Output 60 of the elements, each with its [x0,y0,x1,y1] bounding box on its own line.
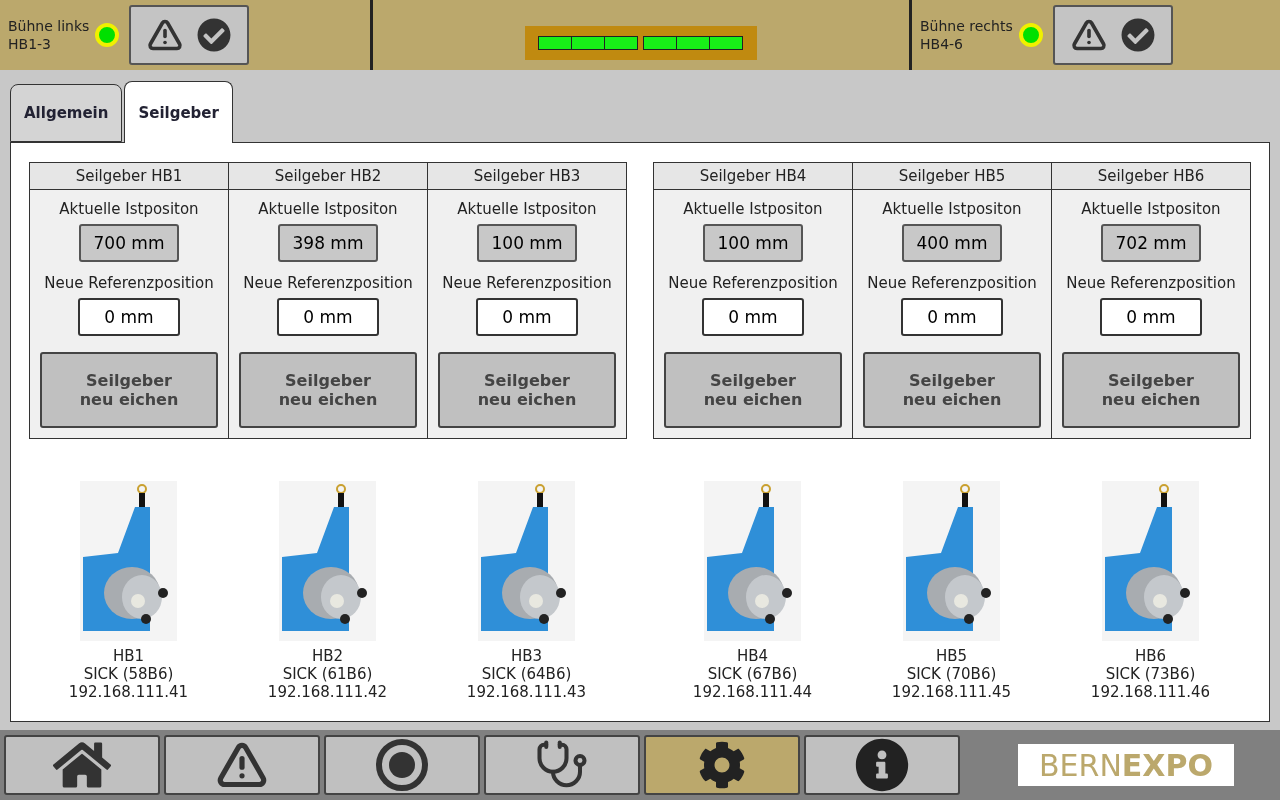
reference-position-input[interactable]: 0 mm [1100,298,1202,336]
device-caption: HB3 SICK (64B6) 192.168.111.43 [466,647,587,701]
column-header: Seilgeber HB4 [654,163,852,190]
calibrate-button[interactable]: Seilgeber neu eichen [863,352,1041,428]
column-header: Seilgeber HB5 [853,163,1051,190]
reference-position-label: Neue Referenzposition [442,274,612,294]
column-header: Seilgeber HB6 [1052,163,1250,190]
reference-position-input[interactable]: 0 mm [78,298,180,336]
status-button[interactable] [1052,5,1173,65]
device-caption: HB2 SICK (61B6) 192.168.111.42 [267,647,388,701]
reference-position-label: Neue Referenzposition [1066,274,1236,294]
reference-position-label: Neue Referenzposition [867,274,1037,294]
current-position-label: Aktuelle Istpositon [59,200,199,220]
info-icon [855,738,909,792]
nav-button[interactable] [164,735,320,795]
current-position-value: 700 mm [79,224,179,262]
nav-button[interactable] [324,735,480,795]
current-position-label: Aktuelle Istpositon [457,200,597,220]
tab[interactable]: Seilgeber [124,81,233,143]
record-icon [375,738,429,792]
warning-icon [1070,17,1107,53]
nav-button[interactable] [804,735,960,795]
current-position-label: Aktuelle Istpositon [1081,200,1221,220]
column-header: Seilgeber HB1 [30,163,228,190]
reference-position-label: Neue Referenzposition [243,274,413,294]
current-position-value: 702 mm [1101,224,1201,262]
calibrate-button[interactable]: Seilgeber neu eichen [40,352,218,428]
device-caption: HB5 SICK (70B6) 192.168.111.45 [891,647,1012,701]
reference-position-label: Neue Referenzposition [44,274,214,294]
reference-position-label: Neue Referenzposition [668,274,838,294]
nav-button[interactable] [4,735,160,795]
nav-button[interactable] [484,735,640,795]
nav-button[interactable] [644,735,800,795]
column-header: Seilgeber HB3 [428,163,626,190]
stage-label: Bühne rechts HB4-6 [920,17,1013,53]
logo: BERNEXPO [1018,744,1234,786]
reference-position-input[interactable]: 0 mm [702,298,804,336]
current-position-label: Aktuelle Istpositon [258,200,398,220]
current-position-label: Aktuelle Istpositon [683,200,823,220]
current-position-value: 400 mm [902,224,1002,262]
settings-icon [698,741,746,789]
stage-label: Bühne links HB1-3 [8,17,90,53]
calibrate-button[interactable]: Seilgeber neu eichen [239,352,417,428]
device-caption: HB6 SICK (73B6) 192.168.111.46 [1090,647,1211,701]
status-button[interactable] [129,5,250,65]
tab[interactable]: Allgemein [10,84,123,142]
current-position-value: 398 mm [278,224,378,262]
reference-position-input[interactable]: 0 mm [901,298,1003,336]
reference-position-input[interactable]: 0 mm [476,298,578,336]
current-position-label: Aktuelle Istpositon [882,200,1022,220]
current-position-value: 100 mm [703,224,803,262]
current-position-value: 100 mm [477,224,577,262]
column-header: Seilgeber HB2 [229,163,427,190]
device-caption: HB4 SICK (67B6) 192.168.111.44 [692,647,813,701]
reference-position-input[interactable]: 0 mm [277,298,379,336]
device-caption: HB1 SICK (58B6) 192.168.111.41 [68,647,189,701]
calibrate-button[interactable]: Seilgeber neu eichen [664,352,842,428]
warning-icon [147,17,184,53]
calibrate-button[interactable]: Seilgeber neu eichen [438,352,616,428]
calibrate-button[interactable]: Seilgeber neu eichen [1062,352,1240,428]
